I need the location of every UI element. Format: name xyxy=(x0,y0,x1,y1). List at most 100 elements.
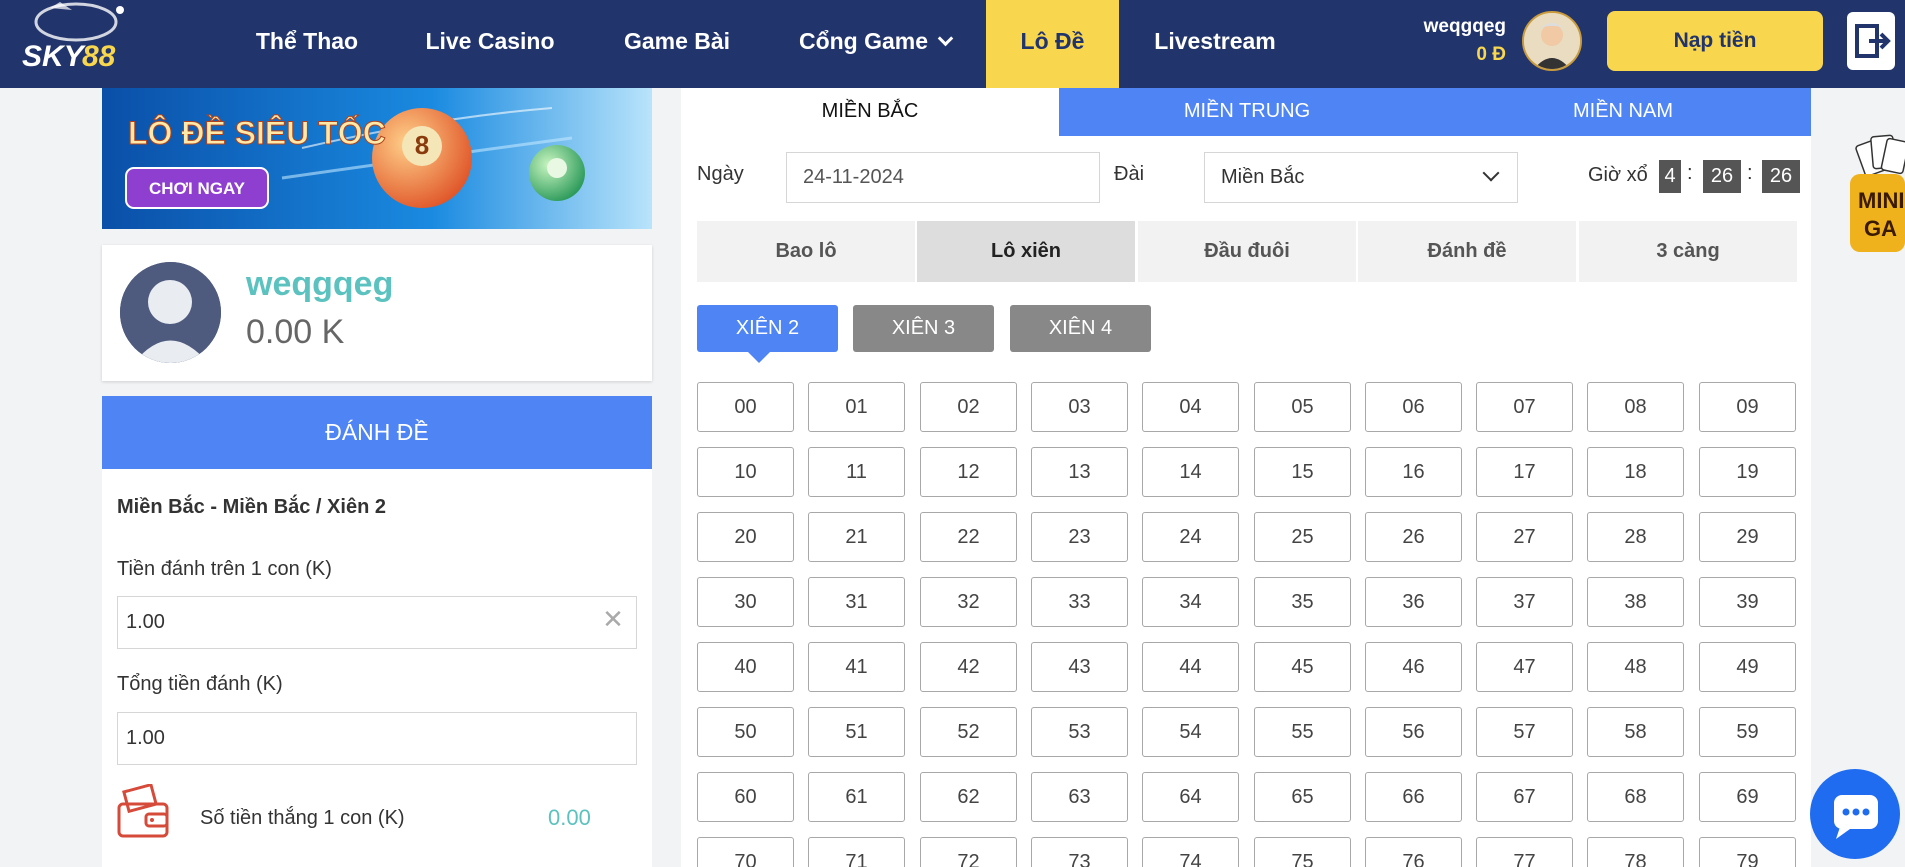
number-cell[interactable]: 47 xyxy=(1476,642,1573,692)
nav-the-thao[interactable]: Thể Thao xyxy=(246,0,368,88)
number-cell[interactable]: 18 xyxy=(1587,447,1684,497)
number-cell[interactable]: 46 xyxy=(1365,642,1462,692)
number-cell[interactable]: 34 xyxy=(1142,577,1239,627)
number-cell[interactable]: 61 xyxy=(808,772,905,822)
number-cell[interactable]: 66 xyxy=(1365,772,1462,822)
number-cell[interactable]: 27 xyxy=(1476,512,1573,562)
number-cell[interactable]: 14 xyxy=(1142,447,1239,497)
number-cell[interactable]: 58 xyxy=(1587,707,1684,757)
nav-live-casino[interactable]: Live Casino xyxy=(420,0,560,88)
number-cell[interactable]: 49 xyxy=(1699,642,1796,692)
tab-xien-2[interactable]: XIÊN 2 xyxy=(697,305,838,352)
number-cell[interactable]: 73 xyxy=(1031,837,1128,867)
clear-icon[interactable]: ✕ xyxy=(601,604,625,635)
number-cell[interactable]: 37 xyxy=(1476,577,1573,627)
number-cell[interactable]: 41 xyxy=(808,642,905,692)
tab-dau-duoi[interactable]: Đầu đuôi xyxy=(1138,221,1356,282)
tab-lo-xien[interactable]: Lô xiên xyxy=(917,221,1135,282)
number-cell[interactable]: 03 xyxy=(1031,382,1128,432)
number-cell[interactable]: 17 xyxy=(1476,447,1573,497)
number-cell[interactable]: 71 xyxy=(808,837,905,867)
number-cell[interactable]: 65 xyxy=(1254,772,1351,822)
number-cell[interactable]: 19 xyxy=(1699,447,1796,497)
number-cell[interactable]: 51 xyxy=(808,707,905,757)
number-cell[interactable]: 59 xyxy=(1699,707,1796,757)
number-cell[interactable]: 05 xyxy=(1254,382,1351,432)
number-cell[interactable]: 35 xyxy=(1254,577,1351,627)
number-cell[interactable]: 74 xyxy=(1142,837,1239,867)
deposit-button[interactable]: Nạp tiền xyxy=(1607,11,1823,71)
tab-bao-lo[interactable]: Bao lô xyxy=(697,221,915,282)
tab-danh-de[interactable]: Đánh đề xyxy=(1358,221,1576,282)
number-cell[interactable]: 43 xyxy=(1031,642,1128,692)
number-cell[interactable]: 10 xyxy=(697,447,794,497)
number-cell[interactable]: 77 xyxy=(1476,837,1573,867)
nav-livestream[interactable]: Livestream xyxy=(1148,0,1282,88)
number-cell[interactable]: 16 xyxy=(1365,447,1462,497)
tab-xien-4[interactable]: XIÊN 4 xyxy=(1010,305,1151,352)
nav-game-bai[interactable]: Game Bài xyxy=(612,0,742,88)
number-cell[interactable]: 42 xyxy=(920,642,1017,692)
number-cell[interactable]: 44 xyxy=(1142,642,1239,692)
number-cell[interactable]: 21 xyxy=(808,512,905,562)
number-cell[interactable]: 78 xyxy=(1587,837,1684,867)
number-cell[interactable]: 72 xyxy=(920,837,1017,867)
number-cell[interactable]: 48 xyxy=(1587,642,1684,692)
tab-mien-nam[interactable]: MIỀN NAM xyxy=(1435,88,1811,136)
promo-banner[interactable]: 8 LÔ ĐỀ SIÊU TỐC CHƠI NGAY xyxy=(102,88,652,229)
number-cell[interactable]: 00 xyxy=(697,382,794,432)
number-cell[interactable]: 33 xyxy=(1031,577,1128,627)
number-cell[interactable]: 68 xyxy=(1587,772,1684,822)
number-cell[interactable]: 08 xyxy=(1587,382,1684,432)
number-cell[interactable]: 79 xyxy=(1699,837,1796,867)
number-cell[interactable]: 01 xyxy=(808,382,905,432)
sky88-logo[interactable]: SKY 88 xyxy=(20,0,132,88)
number-cell[interactable]: 26 xyxy=(1365,512,1462,562)
number-cell[interactable]: 40 xyxy=(697,642,794,692)
number-cell[interactable]: 76 xyxy=(1365,837,1462,867)
number-cell[interactable]: 31 xyxy=(808,577,905,627)
number-cell[interactable]: 32 xyxy=(920,577,1017,627)
minigame-widget[interactable]: MINI GA xyxy=(1850,130,1905,260)
number-cell[interactable]: 13 xyxy=(1031,447,1128,497)
number-cell[interactable]: 07 xyxy=(1476,382,1573,432)
nav-cong-game[interactable]: Cổng Game xyxy=(790,0,960,88)
number-cell[interactable]: 54 xyxy=(1142,707,1239,757)
stake-input[interactable]: 1.00 xyxy=(117,596,637,649)
number-cell[interactable]: 55 xyxy=(1254,707,1351,757)
number-cell[interactable]: 09 xyxy=(1699,382,1796,432)
number-cell[interactable]: 20 xyxy=(697,512,794,562)
tab-mien-trung[interactable]: MIỀN TRUNG xyxy=(1059,88,1435,136)
number-cell[interactable]: 56 xyxy=(1365,707,1462,757)
number-cell[interactable]: 36 xyxy=(1365,577,1462,627)
number-cell[interactable]: 02 xyxy=(920,382,1017,432)
number-cell[interactable]: 60 xyxy=(697,772,794,822)
number-cell[interactable]: 29 xyxy=(1699,512,1796,562)
nav-lo-de[interactable]: Lô Đề xyxy=(986,0,1119,88)
number-cell[interactable]: 75 xyxy=(1254,837,1351,867)
number-cell[interactable]: 52 xyxy=(920,707,1017,757)
number-cell[interactable]: 38 xyxy=(1587,577,1684,627)
tab-mien-bac[interactable]: MIỀN BẮC xyxy=(681,88,1059,136)
number-cell[interactable]: 30 xyxy=(697,577,794,627)
number-cell[interactable]: 15 xyxy=(1254,447,1351,497)
number-cell[interactable]: 39 xyxy=(1699,577,1796,627)
number-cell[interactable]: 06 xyxy=(1365,382,1462,432)
number-cell[interactable]: 70 xyxy=(697,837,794,867)
number-cell[interactable]: 45 xyxy=(1254,642,1351,692)
number-cell[interactable]: 63 xyxy=(1031,772,1128,822)
number-cell[interactable]: 67 xyxy=(1476,772,1573,822)
date-input[interactable]: 24-11-2024 xyxy=(786,152,1100,203)
number-cell[interactable]: 22 xyxy=(920,512,1017,562)
number-cell[interactable]: 69 xyxy=(1699,772,1796,822)
number-cell[interactable]: 57 xyxy=(1476,707,1573,757)
logout-button[interactable] xyxy=(1847,12,1895,70)
chat-support-button[interactable] xyxy=(1810,769,1900,859)
number-cell[interactable]: 50 xyxy=(697,707,794,757)
tab-xien-3[interactable]: XIÊN 3 xyxy=(853,305,994,352)
number-cell[interactable]: 24 xyxy=(1142,512,1239,562)
number-cell[interactable]: 11 xyxy=(808,447,905,497)
number-cell[interactable]: 25 xyxy=(1254,512,1351,562)
number-cell[interactable]: 53 xyxy=(1031,707,1128,757)
number-cell[interactable]: 28 xyxy=(1587,512,1684,562)
